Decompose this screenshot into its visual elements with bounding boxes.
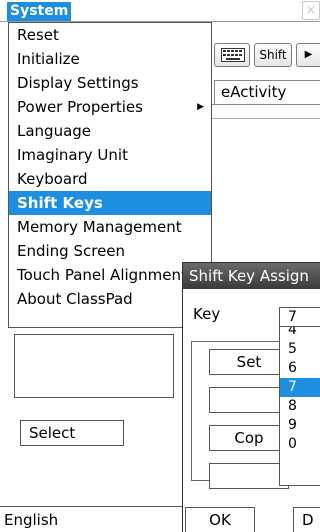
d-button[interactable]: D xyxy=(293,507,320,532)
key-option[interactable]: 8 xyxy=(280,397,320,416)
keyboard-icon xyxy=(221,48,245,62)
tab-eactivity[interactable]: eActivity xyxy=(214,80,320,104)
menu-item-reset[interactable]: Reset xyxy=(9,23,211,47)
close-button[interactable]: × xyxy=(302,1,320,20)
key-options-list: 4 5 6 7 8 9 0 xyxy=(279,326,320,486)
key-option[interactable]: 5 xyxy=(280,340,320,359)
shift-button[interactable]: Shift xyxy=(254,43,292,67)
ok-button[interactable]: OK xyxy=(185,507,255,532)
submenu-arrow-icon: ▶ xyxy=(197,102,204,112)
description-box xyxy=(14,334,174,398)
title-bar: System × xyxy=(0,0,320,22)
key-option[interactable]: 9 xyxy=(280,416,320,435)
menu-item-initialize[interactable]: Initialize xyxy=(9,47,211,71)
menu-item-shift-keys[interactable]: Shift Keys xyxy=(9,191,211,215)
divider xyxy=(212,104,320,105)
blank-button[interactable] xyxy=(209,387,289,413)
menu-item-ending-screen[interactable]: Ending Screen xyxy=(9,239,211,263)
menu-item-keyboard[interactable]: Keyboard xyxy=(9,167,211,191)
system-menu-button[interactable]: System xyxy=(7,2,72,21)
menu-item-display-settings[interactable]: Display Settings xyxy=(9,71,211,95)
menu-item-language[interactable]: Language xyxy=(9,119,211,143)
key-option[interactable]: 6 xyxy=(280,359,320,378)
key-label: Key xyxy=(193,305,221,323)
shift-key-assign-dialog: Shift Key Assign Key Set Cop OK D 7 4 5 … xyxy=(182,262,320,532)
keyboard-button[interactable] xyxy=(214,43,250,67)
key-select[interactable]: 7 xyxy=(279,307,320,327)
play-icon[interactable]: ▶ xyxy=(296,43,320,67)
menu-item-label: Power Properties xyxy=(17,98,143,116)
set-button[interactable]: Set xyxy=(209,349,289,375)
menu-item-memory-management[interactable]: Memory Management xyxy=(9,215,211,239)
key-option[interactable]: 7 xyxy=(280,378,320,397)
key-option[interactable]: 4 xyxy=(280,327,320,340)
blank-button[interactable] xyxy=(209,463,289,489)
key-option[interactable]: 0 xyxy=(280,435,320,454)
menu-item-about-classpad[interactable]: About ClassPad xyxy=(9,287,211,311)
select-button[interactable]: Select xyxy=(20,420,124,446)
background-toolbar: Shift ▶ xyxy=(212,42,320,68)
menu-item-power-properties[interactable]: Power Properties ▶ xyxy=(9,95,211,119)
menu-item-touch-panel-alignment[interactable]: Touch Panel Alignment xyxy=(9,263,211,287)
status-language: English xyxy=(4,511,59,529)
menu-item-imaginary-unit[interactable]: Imaginary Unit xyxy=(9,143,211,167)
dialog-title: Shift Key Assign xyxy=(183,263,320,289)
divider xyxy=(212,118,320,119)
copy-button[interactable]: Cop xyxy=(209,425,289,451)
